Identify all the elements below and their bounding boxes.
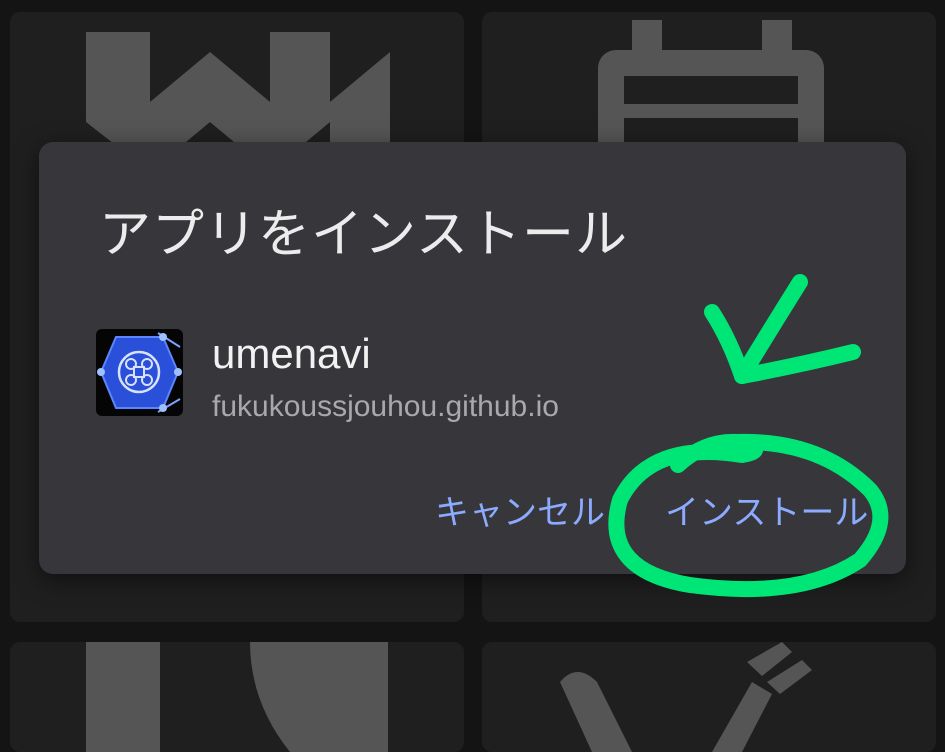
install-app-dialog: アプリをインストール umenavi fukukoussjouhou.githu… (39, 142, 906, 574)
app-name: umenavi (212, 330, 371, 377)
install-button[interactable]: インストール (665, 485, 868, 534)
dialog-title: アプリをインストール (99, 206, 628, 264)
app-url: fukukoussjouhou.github.io (212, 390, 559, 423)
cancel-button[interactable]: キャンセル (435, 485, 605, 534)
umenavi-hexagon-logo-icon (96, 329, 183, 416)
